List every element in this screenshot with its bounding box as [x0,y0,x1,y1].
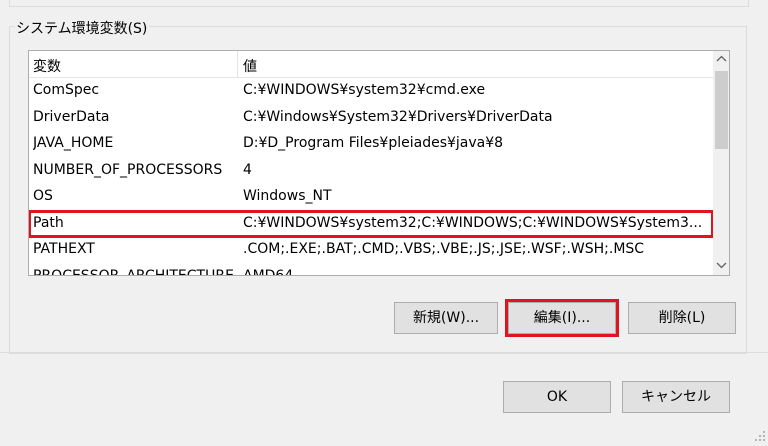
system-variables-title: システム環境変数(S) [14,18,150,38]
edit-button[interactable]: 編集(I)... [505,299,619,337]
table-row[interactable]: ComSpec C:¥WINDOWS¥system32¥cmd.exe [29,78,713,105]
cancel-button[interactable]: キャンセル [622,381,730,413]
variable-name-cell: DriverData [33,108,110,125]
variable-value-cell: 4 [243,161,252,178]
user-variables-groupbox-edge [9,0,749,7]
column-header-variable[interactable]: 変数 [33,56,61,76]
chevron-down-icon[interactable] [713,258,729,275]
scroll-thumb[interactable] [715,71,728,149]
dialog-divider [0,352,768,353]
variable-name-cell: OS [33,188,53,204]
table-row[interactable]: PROCESSOR_ARCHITECTURE AMD64 [29,264,713,276]
delete-button[interactable]: 削除(L) [628,302,736,334]
table-row[interactable]: NUMBER_OF_PROCESSORS 4 [29,158,713,185]
variable-name-cell: PROCESSOR_ARCHITECTURE [33,267,233,276]
variable-value-cell: C:¥Windows¥System32¥Drivers¥DriverData [243,108,553,125]
list-rows: ComSpec C:¥WINDOWS¥system32¥cmd.exe Driver… [29,78,714,276]
variable-name-cell: JAVA_HOME [33,135,114,151]
vertical-scrollbar[interactable] [713,51,729,275]
column-separator[interactable] [237,51,238,77]
chevron-up-icon[interactable] [713,51,729,68]
column-header-value[interactable]: 値 [243,56,257,76]
resize-grip-icon[interactable] [754,427,766,441]
table-row[interactable]: JAVA_HOME D:¥D_Program Files¥pleiades¥jav… [29,131,713,158]
variable-value-cell: .COM;.EXE;.BAT;.CMD;.VBS;.VBE;.JS;.JSE;.… [243,241,645,257]
ok-button[interactable]: OK [503,381,611,413]
table-row[interactable]: DriverData C:¥Windows¥System32¥Drivers¥Dr… [29,105,713,132]
variable-value-cell: C:¥WINDOWS¥system32¥cmd.exe [243,82,486,98]
list-header: 変数 値 [29,51,713,78]
variable-value-cell: C:¥WINDOWS¥system32;C:¥WINDOWS;C:¥WINDOW… [243,214,703,231]
table-row[interactable]: Path C:¥WINDOWS¥system32;C:¥WINDOWS;C:¥WI… [29,209,714,238]
table-row[interactable]: PATHEXT .COM;.EXE;.BAT;.CMD;.VBS;.VBE;.JS… [29,237,713,264]
variable-value-cell: D:¥D_Program Files¥pleiades¥java¥8 [243,135,504,151]
variable-name-cell: PATHEXT [33,241,95,257]
system-variables-list[interactable]: 変数 値 ComSpec C:¥WINDOWS¥system32¥cmd.exe D… [28,50,730,276]
new-button[interactable]: 新規(W)... [394,302,498,334]
variable-name-cell: ComSpec [33,82,100,98]
variable-value-cell: AMD64 [243,267,294,276]
variable-name-cell: Path [33,214,64,231]
table-row[interactable]: OS Windows_NT [29,184,713,211]
variable-name-cell: NUMBER_OF_PROCESSORS [33,161,223,178]
variable-value-cell: Windows_NT [243,188,332,204]
